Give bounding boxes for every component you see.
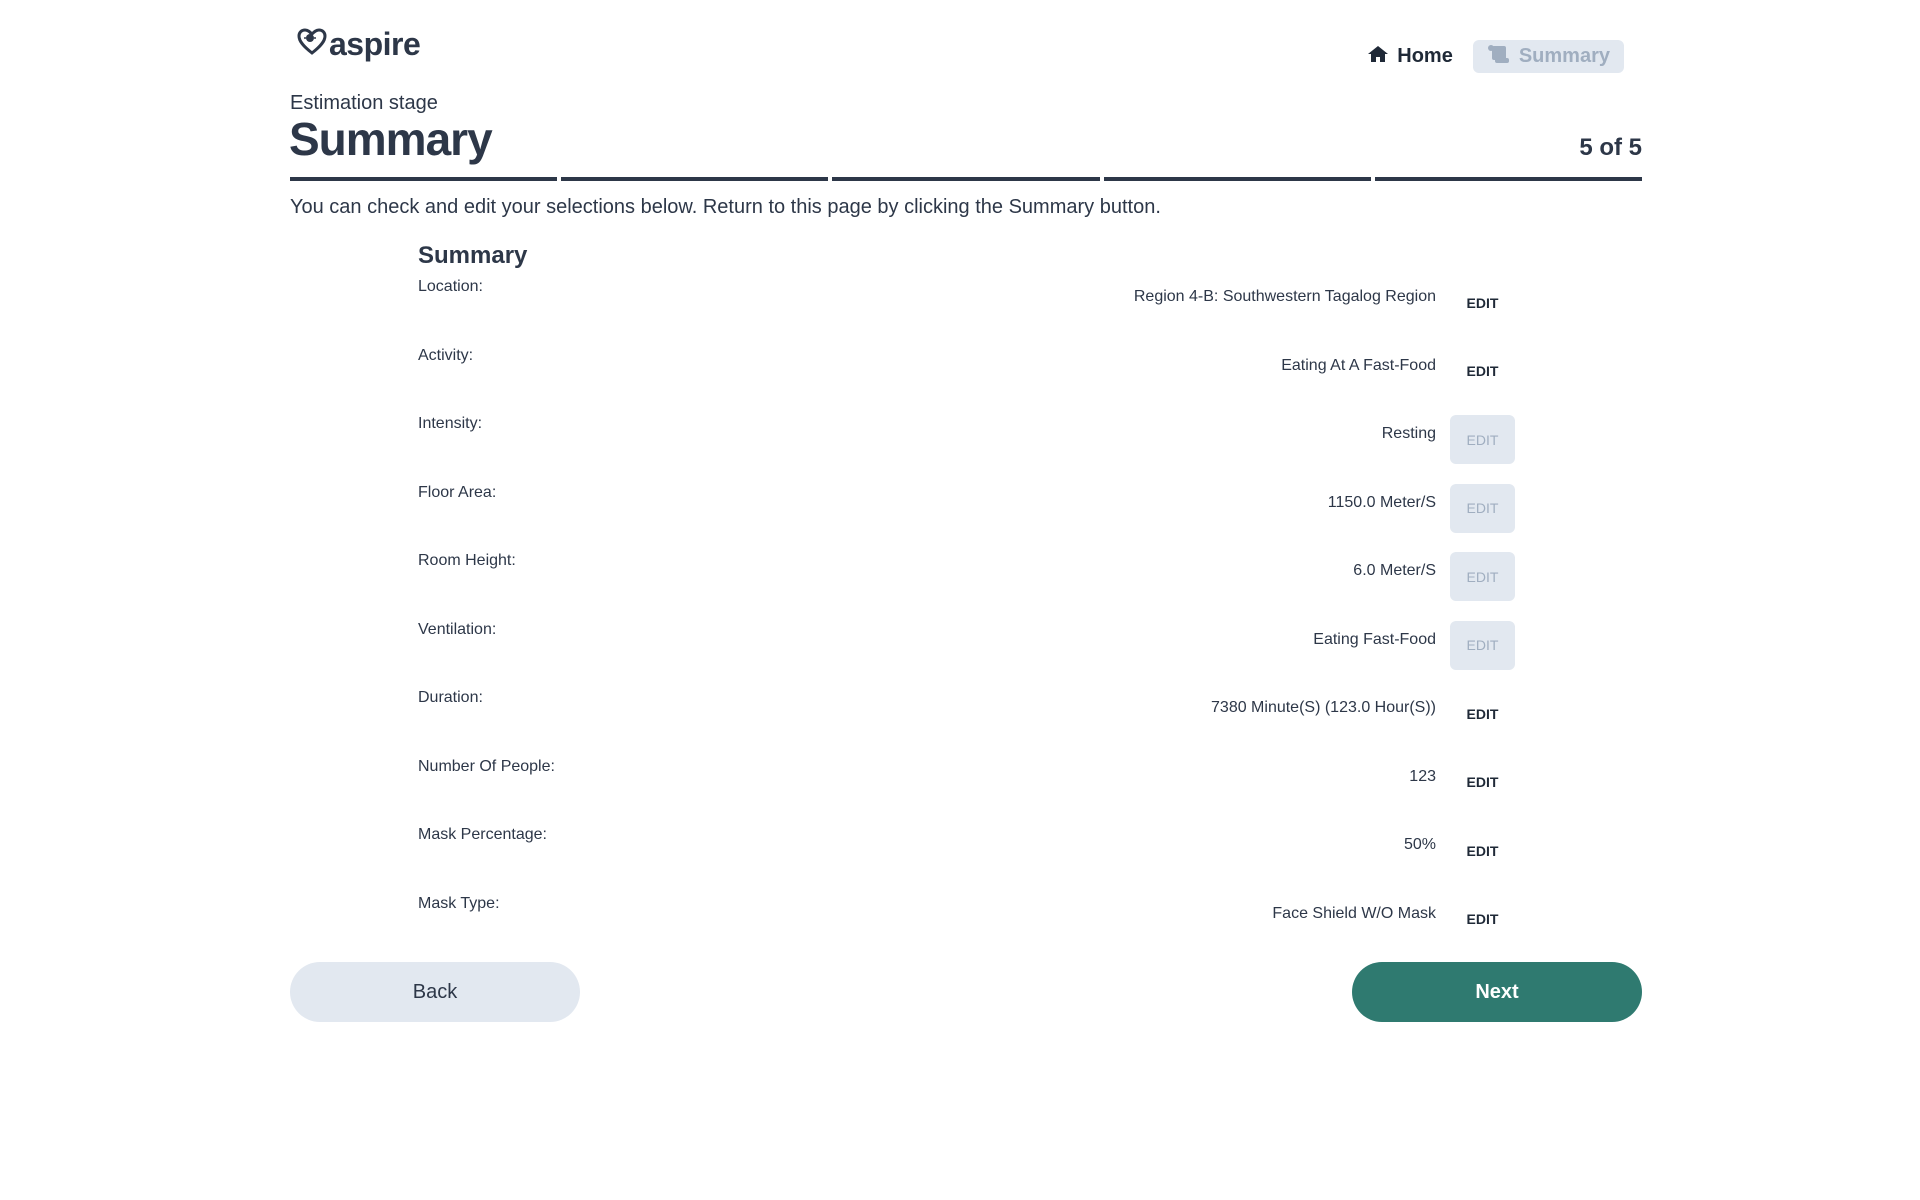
edit-label: EDIT [1466, 637, 1499, 653]
intro-text: You can check and edit your selections b… [290, 196, 1161, 218]
row-label: Intensity: [418, 415, 483, 432]
edit-label: EDIT [1466, 911, 1499, 927]
summary-row-ventilation: Ventilation: Eating Fast-Food EDIT [418, 620, 1515, 690]
row-value: 1150.0 Meter/S [1327, 493, 1436, 511]
logo[interactable]: aspire [297, 26, 421, 63]
row-value: Eating At A Fast-Food [1281, 356, 1436, 374]
row-label: Duration: [418, 689, 483, 706]
row-value: 123 [1409, 767, 1436, 785]
edit-duration-button[interactable]: EDIT [1450, 697, 1515, 746]
summary-nav-label: Summary [1518, 45, 1610, 67]
edit-label: EDIT [1466, 774, 1499, 790]
step-counter: 5 of 5 [1579, 134, 1642, 161]
row-value: Face Shield W/O Mask [1272, 904, 1436, 922]
edit-location-button[interactable]: EDIT [1450, 286, 1515, 335]
back-button[interactable]: Back [290, 962, 580, 1022]
row-label: Number Of People: [418, 757, 555, 775]
edit-label: EDIT [1466, 705, 1499, 722]
summary-row-duration: Duration: 7380 Minute(S) (123.0 Hour(S))… [418, 689, 1515, 758]
page-title: Summary [289, 113, 493, 165]
summary-row-location: Location: Region 4-B: Southwestern Tagal… [418, 278, 1515, 347]
row-label: Mask Percentage: [418, 826, 547, 843]
summary-row-room-height: Room Height: 6.0 Meter/S EDIT [418, 552, 1515, 621]
edit-number-of-people-button[interactable]: EDIT [1450, 766, 1515, 815]
house-icon [1367, 45, 1389, 69]
home-link[interactable]: Home [1367, 45, 1453, 69]
row-value: 7380 Minute(S) (123.0 Hour(S)) [1211, 699, 1436, 716]
summary-row-intensity: Intensity: Resting EDIT [418, 415, 1515, 484]
row-value: 50% [1403, 836, 1436, 853]
row-value: 6.0 Meter/S [1353, 562, 1436, 579]
edit-label: EDIT [1466, 294, 1499, 311]
progress-bar [290, 177, 1643, 181]
row-label: Floor Area: [418, 483, 497, 501]
progress-segment [290, 177, 558, 181]
edit-label: EDIT [1466, 842, 1499, 859]
edit-label: EDIT [1466, 568, 1499, 585]
summary-nav-button[interactable]: Summary [1472, 40, 1624, 73]
summary-section: Summary Location: Region 4-B: Southweste… [418, 242, 1515, 963]
edit-label: EDIT [1466, 363, 1499, 379]
row-value: Resting [1381, 425, 1436, 442]
row-label: Location: [418, 278, 483, 295]
scroll-icon [1487, 44, 1511, 70]
row-value: Eating Fast-Food [1313, 630, 1436, 648]
edit-intensity-button[interactable]: EDIT [1450, 415, 1515, 464]
row-label: Ventilation: [418, 620, 497, 638]
logo-text: aspire [329, 26, 421, 62]
row-label: Room Height: [418, 552, 516, 569]
summary-row-number-of-people: Number Of People: 123 EDIT [418, 758, 1515, 827]
row-value: Region 4-B: Southwestern Tagalog Region [1133, 288, 1436, 305]
row-label: Mask Type: [418, 894, 500, 912]
heart-virus-icon [297, 28, 327, 61]
summary-row-activity: Activity: Eating At A Fast-Food EDIT [418, 347, 1515, 416]
row-label: Activity: [418, 346, 474, 364]
edit-mask-type-button[interactable]: EDIT [1450, 903, 1515, 952]
summary-title: Summary [418, 242, 528, 269]
top-nav: Home Summary [1367, 40, 1624, 73]
progress-segment [832, 177, 1100, 181]
summary-row-mask-percentage: Mask Percentage: 50% EDIT [418, 826, 1515, 895]
next-button[interactable]: Next [1352, 962, 1642, 1022]
edit-room-height-button[interactable]: EDIT [1450, 552, 1515, 601]
edit-floor-area-button[interactable]: EDIT [1450, 483, 1515, 533]
edit-label: EDIT [1466, 431, 1499, 448]
summary-row-floor-area: Floor Area: 1150.0 Meter/S EDIT [418, 483, 1515, 553]
progress-segment [1374, 177, 1643, 181]
edit-ventilation-button[interactable]: EDIT [1450, 620, 1515, 670]
home-label: Home [1397, 45, 1453, 67]
edit-label: EDIT [1466, 500, 1499, 516]
edit-mask-percentage-button[interactable]: EDIT [1450, 834, 1515, 883]
progress-segment [561, 177, 829, 181]
edit-activity-button[interactable]: EDIT [1450, 355, 1515, 404]
progress-segment [1103, 177, 1371, 181]
page: aspire Home Summary Estimation stage Sum… [0, 0, 1920, 1200]
summary-row-mask-type: Mask Type: Face Shield W/O Mask EDIT [418, 895, 1515, 964]
